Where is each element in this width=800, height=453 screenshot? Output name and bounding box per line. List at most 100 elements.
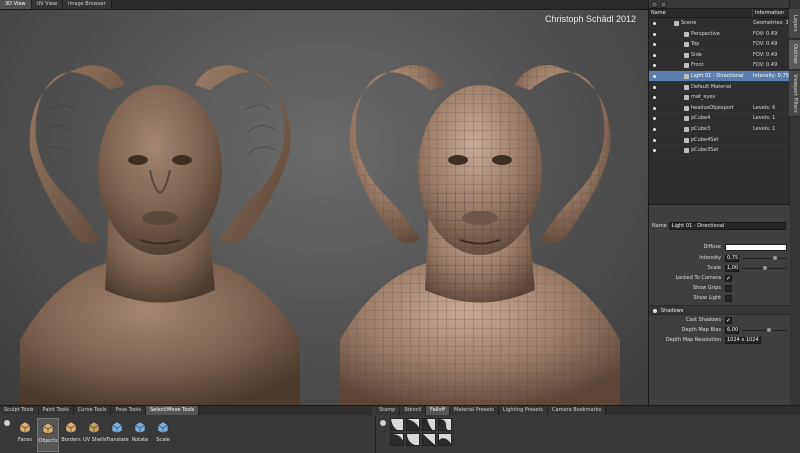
name-field[interactable]: Light 01 - Directional [668, 221, 786, 230]
column-information-header[interactable]: Information [753, 9, 790, 17]
show-grips-checkbox[interactable] [725, 285, 732, 292]
tool-label: Objects [38, 438, 58, 444]
tab-stamp[interactable]: Stamp [375, 406, 401, 415]
settings-icon[interactable] [660, 0, 667, 8]
column-name-header[interactable]: Name [649, 9, 753, 17]
tool-faces[interactable]: Faces [14, 418, 36, 452]
outliner-row[interactable]: Front FOV: 0.49 [649, 60, 790, 71]
scale-row: Scale 1,00 [649, 264, 790, 273]
outliner-row[interactable]: Default Material [649, 82, 790, 93]
outliner-row[interactable]: pCube3Set [649, 145, 790, 156]
tab-viewport-filters[interactable]: Viewport Filters [789, 71, 800, 117]
tool-label: Scale [156, 437, 170, 443]
tab-image-browser[interactable]: Image Browser [63, 0, 112, 9]
gear-icon[interactable] [4, 420, 10, 426]
eye-icon[interactable] [653, 96, 656, 100]
tab-stencil[interactable]: Stencil [400, 406, 427, 415]
falloff-preset[interactable] [390, 433, 404, 446]
show-light-checkbox[interactable] [725, 295, 732, 302]
tab-paint-tools[interactable]: Paint Tools [38, 406, 74, 415]
eye-icon[interactable] [653, 32, 656, 36]
eye-icon[interactable] [653, 43, 656, 47]
tab-camera-bookmarks[interactable]: Camera Bookmarks [548, 406, 607, 415]
tab-sculpt-tools[interactable]: Sculpt Tools [0, 406, 39, 415]
tab-falloff[interactable]: Falloff [426, 406, 450, 415]
falloff-preset[interactable] [422, 418, 436, 431]
cast-shadows-checkbox[interactable]: ✓ [725, 317, 732, 324]
tool-label: Faces [18, 437, 32, 443]
scale-slider[interactable] [742, 266, 787, 270]
falloff-preset[interactable] [406, 433, 420, 446]
depth-map-resolution-dropdown[interactable]: 1024 x 1024 [725, 337, 761, 344]
uv-shells-icon [87, 421, 101, 434]
wireframe-ram-head-model[interactable] [320, 40, 640, 405]
slider-handle[interactable] [762, 266, 767, 270]
outliner-row[interactable]: pCube4 Levels: 1 [649, 113, 790, 124]
outliner-item-name: pCube3Set [691, 147, 719, 154]
falloff-preset[interactable] [438, 418, 452, 431]
outliner-row[interactable]: headusObjexport Levels: 6 [649, 103, 790, 114]
outliner-item-name: Default Material [691, 83, 732, 90]
eye-icon[interactable] [653, 64, 656, 68]
tool-rotate[interactable]: Rotate [129, 418, 151, 452]
outliner-row[interactable]: Side FOV: 0.49 [649, 50, 790, 61]
tab-curve-tools[interactable]: Curve Tools [73, 406, 112, 415]
eye-icon[interactable] [653, 149, 656, 153]
eye-icon[interactable] [653, 74, 656, 78]
object-type-icon [684, 52, 689, 58]
tab-outliner[interactable]: Outliner [789, 40, 800, 70]
tool-objects[interactable]: Objects [37, 418, 59, 452]
tab-lighting-presets[interactable]: Lighting Presets [499, 406, 549, 415]
depth-map-bias-row: Depth Map Bias 6,00 [649, 326, 790, 335]
outliner-row[interactable]: Perspective FOV: 0.49 [649, 29, 790, 40]
falloff-preset[interactable] [390, 418, 404, 431]
tool-scale[interactable]: Scale [152, 418, 174, 452]
object-type-icon [684, 84, 689, 90]
tab-select-move-tools[interactable]: Select/Move Tools [145, 406, 200, 415]
outliner-row[interactable]: Light 01 - Directional Intensity: 0.75 [649, 70, 790, 82]
eye-icon[interactable] [653, 309, 657, 313]
tool-translate[interactable]: Translate [106, 418, 129, 452]
outliner-row[interactable]: pCube3 Levels: 1 [649, 124, 790, 135]
tab-layers[interactable]: Layers [789, 9, 800, 39]
outliner-row[interactable]: Scene Geometries: 3 [649, 18, 790, 29]
falloff-preset[interactable] [438, 433, 452, 446]
gear-icon[interactable] [380, 420, 386, 426]
eye-icon[interactable] [653, 127, 656, 131]
intensity-field[interactable]: 0,75 [725, 255, 739, 262]
depth-map-bias-slider[interactable] [742, 328, 787, 332]
locked-to-camera-checkbox[interactable]: ✓ [725, 275, 732, 282]
sculpted-ram-head-model[interactable] [0, 40, 320, 405]
tool-label: Borders [61, 437, 81, 443]
outliner-panel: Name Information Scene Geometries: 3 Persp… [649, 0, 790, 205]
shadows-section-header[interactable]: Shadows [649, 305, 790, 315]
tool-uv-shells[interactable]: UV Shells [83, 418, 106, 452]
camera-icon[interactable] [651, 0, 658, 8]
tab-3d-view[interactable]: 3D View [0, 0, 32, 9]
slider-handle[interactable] [766, 328, 771, 332]
tab-pose-tools[interactable]: Pose Tools [111, 406, 146, 415]
falloff-preset[interactable] [422, 433, 436, 446]
tab-material-presets[interactable]: Material Presets [449, 406, 500, 415]
eye-icon[interactable] [653, 138, 656, 142]
name-row: Name Light 01 - Directional [652, 221, 786, 230]
eye-icon[interactable] [653, 85, 656, 89]
diffuse-color-swatch[interactable] [725, 244, 787, 251]
tab-uv-view[interactable]: UV View [31, 0, 64, 9]
outliner-row[interactable]: pCube4Set [649, 135, 790, 146]
eye-icon[interactable] [653, 117, 656, 121]
intensity-slider[interactable] [742, 256, 787, 260]
eye-icon[interactable] [653, 22, 656, 25]
falloff-preset[interactable] [406, 418, 420, 431]
3d-viewport[interactable]: Christoph Schädl 2012 [0, 10, 648, 405]
slider-handle[interactable] [772, 256, 777, 260]
outliner-row[interactable]: Top FOV: 0.49 [649, 39, 790, 50]
scale-field[interactable]: 1,00 [725, 265, 739, 272]
depth-map-bias-field[interactable]: 6,00 [725, 327, 739, 334]
eye-icon[interactable] [653, 106, 656, 110]
outliner-item-info: FOV: 0.49 [753, 41, 778, 48]
cast-shadows-row: Cast Shadows ✓ [649, 316, 790, 325]
tool-borders[interactable]: Borders [60, 418, 82, 452]
eye-icon[interactable] [653, 53, 656, 57]
outliner-row[interactable]: mat_eyes [649, 92, 790, 103]
